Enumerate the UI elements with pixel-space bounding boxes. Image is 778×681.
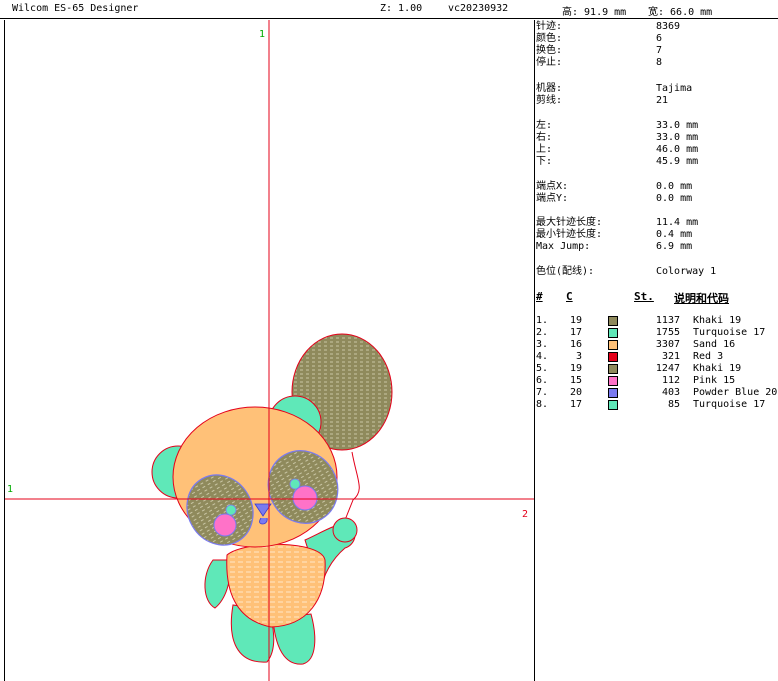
- stat-max-stitch: 最大针迹长度: 11.4 mm: [536, 217, 699, 228]
- color-code: 20: [569, 387, 582, 398]
- stat-top: 上: 46.0 mm: [536, 144, 699, 155]
- color-description: Pink 15: [693, 375, 736, 386]
- zoom-readout: Z: 1.00: [380, 3, 423, 14]
- color-description: Sand 16: [693, 339, 736, 350]
- right-paw: [332, 517, 358, 543]
- axis-top-label: 1: [259, 29, 265, 40]
- right-pupil: [292, 485, 318, 511]
- header-description: 说明和代码: [674, 292, 729, 305]
- color-swatch: [608, 388, 618, 398]
- width-readout: 宽: 66.0 mm: [648, 7, 713, 18]
- app-title: Wilcom ES-65 Designer: [12, 3, 139, 14]
- stat-colors: 颜色: 6: [536, 33, 663, 44]
- color-stitch-count: 1247: [655, 363, 680, 374]
- color-row[interactable]: 7. 20 403 Powder Blue 20: [536, 387, 778, 399]
- color-description: Red 3: [693, 351, 724, 362]
- color-row[interactable]: 1. 19 1137 Khaki 19: [536, 315, 778, 327]
- color-swatch: [608, 328, 618, 338]
- version-readout: vc20230932: [448, 3, 509, 14]
- header-index: #: [536, 290, 543, 303]
- color-code: 16: [569, 339, 582, 350]
- color-swatch: [608, 352, 618, 362]
- stat-min-stitch: 最小针迹长度: 0.4 mm: [536, 229, 693, 240]
- header-code: C: [566, 290, 573, 303]
- color-description: Turquoise 17: [693, 327, 766, 338]
- color-code: 17: [569, 327, 582, 338]
- stat-left: 左: 33.0 mm: [536, 120, 699, 131]
- left-pupil: [213, 513, 237, 537]
- color-stitch-count: 85: [667, 399, 680, 410]
- stat-trims: 剪线: 21: [536, 95, 669, 106]
- design-canvas[interactable]: 1 1 2: [4, 20, 535, 681]
- color-code: 3: [575, 351, 582, 362]
- color-stitch-count: 321: [661, 351, 680, 362]
- color-swatch: [608, 316, 618, 326]
- color-stitch-count: 1755: [655, 327, 680, 338]
- stat-stops: 停止: 8: [536, 57, 663, 68]
- height-readout: 高: 91.9 mm: [562, 7, 627, 18]
- color-swatch: [608, 364, 618, 374]
- color-stitch-count: 112: [661, 375, 680, 386]
- stat-right: 右: 33.0 mm: [536, 132, 699, 143]
- stat-max-jump: Max Jump: 6.9 mm: [536, 241, 693, 252]
- color-stitch-count: 403: [661, 387, 680, 398]
- stat-machine: 机器: Tajima: [536, 83, 693, 94]
- stat-color-changes: 换色: 7: [536, 45, 663, 56]
- color-row[interactable]: 8. 17 85 Turquoise 17: [536, 399, 778, 411]
- color-row[interactable]: 5. 19 1247 Khaki 19: [536, 363, 778, 375]
- color-swatch: [608, 340, 618, 350]
- color-code: 15: [569, 375, 582, 386]
- left-eye-highlight: [225, 504, 237, 516]
- stat-bottom: 下: 45.9 mm: [536, 156, 699, 167]
- color-row[interactable]: 2. 17 1755 Turquoise 17: [536, 327, 778, 339]
- stat-stitches: 针迹: 8369: [536, 21, 681, 32]
- color-description: Khaki 19: [693, 363, 742, 374]
- color-stitch-count: 3307: [655, 339, 680, 350]
- title-bar: Wilcom ES-65 Designer Z: 1.00 vc20230932…: [0, 0, 778, 19]
- stat-colorway: 色位(配线): Colorway 1: [536, 266, 717, 277]
- color-code: 19: [569, 363, 582, 374]
- color-swatch: [608, 376, 618, 386]
- color-code: 19: [569, 315, 582, 326]
- left-arm: [204, 559, 231, 609]
- color-swatch: [608, 400, 618, 410]
- color-description: Turquoise 17: [693, 399, 766, 410]
- embroidery-design: 1 1 2: [5, 20, 534, 681]
- color-code: 17: [569, 399, 582, 410]
- stat-end-y: 端点Y: 0.0 mm: [536, 193, 693, 204]
- right-eye-highlight: [289, 478, 301, 490]
- color-description: Powder Blue 20: [693, 387, 778, 398]
- axis-right-label: 2: [522, 509, 528, 520]
- color-row[interactable]: 4. 3 321 Red 3: [536, 351, 778, 363]
- color-stitch-count: 1137: [655, 315, 680, 326]
- stat-end-x: 端点X: 0.0 mm: [536, 181, 693, 192]
- stats-panel: 针迹: 8369 颜色: 6 换色: 7 停止: 8 机器: Tajima 剪线: 21 左…: [536, 20, 778, 681]
- axis-left-label: 1: [7, 484, 13, 495]
- color-row[interactable]: 6. 15 112 Pink 15: [536, 375, 778, 387]
- color-row[interactable]: 3. 16 3307 Sand 16: [536, 339, 778, 351]
- color-description: Khaki 19: [693, 315, 742, 326]
- header-stitches: St.: [634, 290, 654, 303]
